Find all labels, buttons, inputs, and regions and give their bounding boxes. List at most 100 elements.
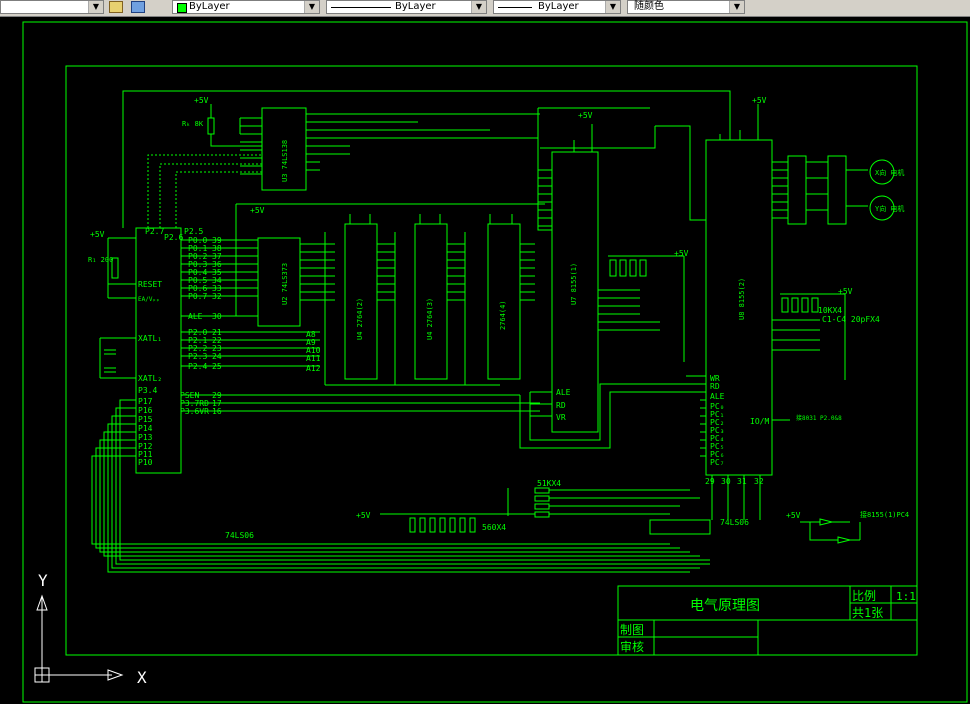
u8-pin-label: RD bbox=[710, 382, 720, 391]
lineweight-label: ByLayer bbox=[538, 1, 579, 12]
mcu-pin-label: P13 bbox=[138, 433, 153, 442]
sheets-label: 共1张 bbox=[852, 606, 883, 620]
dropdown-prev[interactable]: ▼ bbox=[0, 0, 104, 14]
diode-1 bbox=[819, 518, 833, 526]
51k-resistor-array bbox=[534, 487, 550, 494]
mcu-top-label: P2.5 bbox=[184, 227, 203, 236]
color-label: ByLayer bbox=[189, 1, 230, 12]
power-label: +5V bbox=[356, 511, 371, 520]
mcu-pin-number: 16 bbox=[212, 407, 222, 416]
driver-block-1 bbox=[787, 155, 807, 225]
color-swatch bbox=[177, 3, 187, 13]
address-label: A11 bbox=[306, 354, 321, 363]
mcu-pin-number: 24 bbox=[212, 352, 222, 361]
mcu-pin-number: 25 bbox=[212, 362, 222, 371]
u7-label: U7 8155(1) bbox=[570, 263, 578, 305]
checked-label: 审核 bbox=[620, 639, 644, 654]
power-label: +5V bbox=[674, 249, 689, 258]
u8-pin-number: 32 bbox=[754, 477, 764, 486]
p34-label: P3.4 bbox=[138, 386, 157, 395]
resistor-label: C1-C4 20pFX4 bbox=[822, 315, 880, 324]
title-text: 电气原理图 bbox=[690, 598, 760, 614]
u8-label: U8 8155(2) bbox=[738, 278, 746, 320]
mcu-pin-number: 32 bbox=[212, 292, 222, 301]
chevron-down-icon[interactable]: ▼ bbox=[729, 1, 744, 13]
u7-ale-label: ALE bbox=[556, 388, 571, 397]
rk-label: Rₖ 8K bbox=[182, 120, 204, 128]
mcu-pin-label: P15 bbox=[138, 415, 153, 424]
u2-74ls373-chip bbox=[257, 237, 301, 327]
drawing-canvas[interactable]: Y X +5V +5V +5V +5V +5V +5V +5V +5V +5V … bbox=[0, 16, 970, 704]
top-bus bbox=[122, 90, 731, 228]
layer-manager-icon[interactable] bbox=[109, 1, 123, 13]
port-label: 接8155(1)PC4 bbox=[860, 510, 909, 519]
address-label: A12 bbox=[306, 364, 321, 373]
lineweight-dropdown[interactable]: ByLayer ▼ bbox=[493, 0, 621, 14]
power-label: +5V bbox=[838, 287, 853, 296]
chevron-down-icon[interactable]: ▼ bbox=[471, 1, 486, 13]
color-dropdown[interactable]: ByLayer ▼ bbox=[172, 0, 320, 14]
reset-label: RESET bbox=[138, 280, 162, 289]
ucs-icon bbox=[34, 594, 124, 683]
driver-block-2 bbox=[827, 155, 847, 225]
x-axis-label: X bbox=[137, 668, 147, 687]
scale-label: 比例 bbox=[852, 589, 876, 603]
power-label: +5V bbox=[786, 511, 801, 520]
u7-resistor-array bbox=[609, 259, 617, 277]
power-label: +5V bbox=[578, 111, 593, 120]
xatl1-label: XATL₁ bbox=[138, 334, 162, 343]
x-motor-label: X向 电机 bbox=[875, 168, 904, 177]
power-label: +5V bbox=[90, 230, 105, 239]
u5-label: U4 2764(3) bbox=[426, 298, 434, 340]
drawn-label: 制图 bbox=[620, 623, 644, 637]
mcu-pin-label: P3.6VR bbox=[180, 407, 209, 416]
properties-toolbar: ▼ ByLayer ▼ ByLayer ▼ ByLayer ▼ 随颜色 ▼ bbox=[0, 0, 970, 17]
u8-pin-number: 29 bbox=[705, 477, 715, 486]
mcu-pin-label: P2.4 bbox=[188, 362, 207, 371]
resistor-label: 51KX4 bbox=[537, 479, 561, 488]
mcu-pin-label: P16 bbox=[138, 406, 153, 415]
mcu-top-label: P2.6 bbox=[164, 233, 183, 242]
u6-label: 2764(4) bbox=[499, 300, 507, 330]
resistor-label: 10KX4 bbox=[818, 306, 842, 315]
outer-frame bbox=[22, 21, 968, 703]
chevron-down-icon[interactable]: ▼ bbox=[304, 1, 319, 13]
linetype-label: ByLayer bbox=[395, 1, 436, 12]
mcu-pin-label: P2.3 bbox=[188, 352, 207, 361]
io-m-label: IO/M bbox=[750, 417, 769, 426]
mcu-top-label: P2.7 bbox=[145, 227, 164, 236]
74ls06-chip bbox=[649, 519, 711, 535]
u8-pin-number: 31 bbox=[737, 477, 747, 486]
u7-wr-label: VR bbox=[556, 413, 566, 422]
ic-label: 74LS06 bbox=[720, 518, 749, 527]
u8-pin-label: PC₇ bbox=[710, 458, 724, 467]
plotstyle-label: 随颜色 bbox=[634, 1, 664, 12]
power-label: +5V bbox=[250, 206, 265, 215]
rk-resistor bbox=[207, 117, 215, 135]
u3-label: U3 74LS138 bbox=[281, 140, 289, 182]
chevron-down-icon[interactable]: ▼ bbox=[88, 1, 103, 13]
mcu-pin-label: P14 bbox=[138, 424, 153, 433]
power-label: +5V bbox=[752, 96, 767, 105]
chevron-down-icon[interactable]: ▼ bbox=[605, 1, 620, 13]
diode-2 bbox=[837, 536, 851, 544]
mcu-pin-label: P10 bbox=[138, 458, 153, 467]
u2-label: U2 74LS373 bbox=[281, 263, 289, 305]
mcu-pin-label: ALE bbox=[188, 312, 203, 321]
u4-label: U4 2764(2) bbox=[356, 298, 364, 340]
r1-label: R₁ 200 bbox=[88, 256, 113, 264]
layer-state-icon[interactable] bbox=[131, 1, 145, 13]
ic-label: 74LS06 bbox=[225, 531, 254, 540]
plotstyle-dropdown[interactable]: 随颜色 ▼ bbox=[627, 0, 745, 14]
y-motor-label: Y向 电机 bbox=[875, 204, 904, 213]
scale-value: 1:1 bbox=[896, 590, 916, 603]
y-axis-label: Y bbox=[38, 571, 48, 590]
xatl2-label: XATL₂ bbox=[138, 374, 162, 383]
ea-label: EA/Vₚₚ bbox=[138, 296, 160, 303]
u8-pin-label: ALE bbox=[710, 392, 725, 401]
mcu-pin-number: 30 bbox=[212, 312, 222, 321]
linetype-dropdown[interactable]: ByLayer ▼ bbox=[326, 0, 487, 14]
u7-rd-label: RD bbox=[556, 401, 566, 410]
resistor-label: 560X4 bbox=[482, 523, 506, 532]
mcu-pin-label: P17 bbox=[138, 397, 153, 406]
